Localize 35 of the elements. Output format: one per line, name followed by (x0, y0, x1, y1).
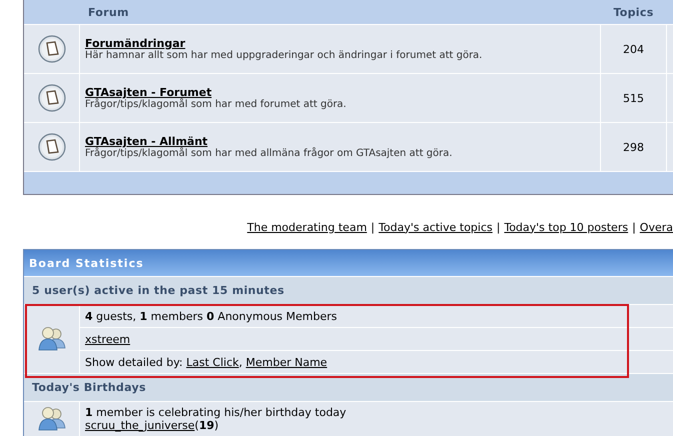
member-link[interactable]: scruu_the_juniverse (85, 419, 195, 432)
forum-description: Frågor/tips/klagomål som har med forumet att göra. (85, 99, 346, 110)
forum-icon (38, 84, 66, 112)
users-icon (38, 406, 66, 432)
separator: | (370, 220, 375, 234)
separator: | (496, 220, 500, 234)
forum-link[interactable]: Forumändringar (85, 37, 186, 50)
section-heading: 5 user(s) active in the past 15 minutes (32, 284, 284, 297)
separator: | (632, 220, 636, 234)
sort-link[interactable]: Last Click (186, 356, 239, 368)
panel-title: Board Statistics (29, 256, 144, 270)
forum-icon (38, 133, 66, 161)
footer-link[interactable]: Overa (640, 220, 673, 234)
forum-description: Här hamnar allt som har med uppgraderingar och ändringar i forumet att göra. (85, 50, 482, 61)
birthday-summary: 1 member is celebrating his/her birthday today (85, 406, 348, 419)
column-header: Topics (612, 4, 655, 20)
forum-description: Frågor/tips/klagomål som har med allmäna frågor om GTAsajten att göra. (85, 148, 452, 159)
footer-link[interactable]: Today's active topics (378, 220, 492, 234)
topic-count: 298 (623, 140, 644, 154)
column-header: Forum (87, 4, 130, 20)
forum-link[interactable]: GTAsajten - Forumet (85, 86, 212, 99)
detail-label: Show detailed by: (85, 356, 183, 368)
section-heading: Today's Birthdays (32, 381, 146, 394)
topic-count: 515 (623, 92, 644, 104)
user-summary: 4 guests, 1 members 0 Anonymous Members (85, 310, 337, 322)
member-age: (19) (194, 419, 219, 432)
sort-link[interactable]: Member Name (246, 356, 328, 368)
forum-link[interactable]: GTAsajten - Allmänt (85, 135, 208, 148)
footer-link[interactable]: The moderating team (247, 220, 367, 234)
forum-icon (38, 35, 66, 63)
member-link[interactable]: xstreem (85, 332, 130, 346)
footer-link[interactable]: Today's top 10 posters (504, 220, 628, 234)
topic-count: 204 (623, 42, 644, 56)
users-icon (38, 326, 66, 352)
separator: , (238, 356, 242, 368)
